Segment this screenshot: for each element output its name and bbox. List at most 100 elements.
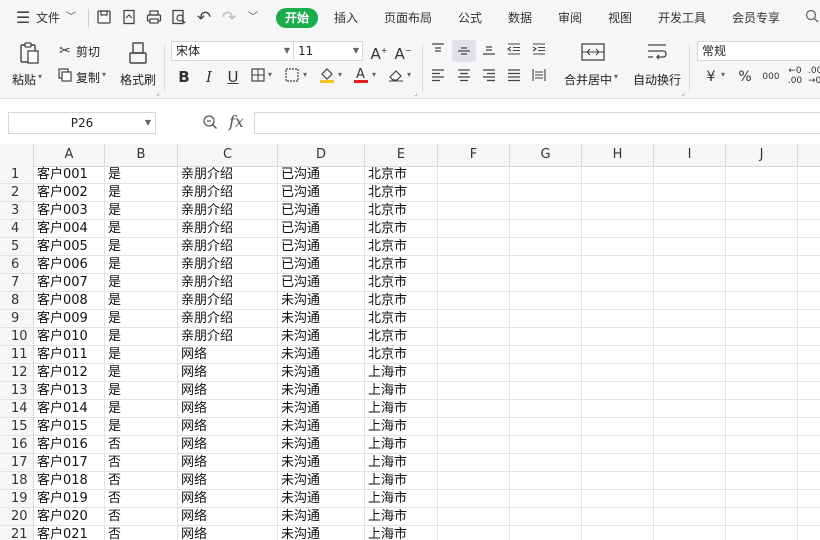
empty-cell[interactable]	[798, 328, 820, 346]
column-header-g[interactable]: G	[510, 144, 582, 166]
cut-button[interactable]: 剪切	[76, 43, 100, 60]
cell-a[interactable]: 客户001	[34, 166, 105, 184]
cell-e[interactable]: 上海市	[365, 526, 438, 540]
empty-cell[interactable]	[510, 472, 582, 490]
empty-cell[interactable]	[582, 436, 654, 454]
empty-cell[interactable]	[726, 220, 798, 238]
cell-d[interactable]: 未沟通	[278, 364, 365, 382]
empty-cell[interactable]	[438, 328, 510, 346]
empty-cell[interactable]	[798, 238, 820, 256]
italic-icon[interactable]: I	[200, 68, 218, 86]
fill-color-icon[interactable]	[317, 66, 337, 84]
cell-b[interactable]: 否	[105, 508, 178, 526]
empty-cell[interactable]	[510, 526, 582, 540]
row-header[interactable]: 20	[0, 508, 34, 526]
tab-page-layout[interactable]: 页面布局	[384, 0, 432, 36]
row-header[interactable]: 21	[0, 526, 34, 540]
percent-icon[interactable]: %	[736, 68, 754, 86]
empty-cell[interactable]	[438, 274, 510, 292]
cell-a[interactable]: 客户012	[34, 364, 105, 382]
empty-cell[interactable]	[438, 364, 510, 382]
cell-style-icon[interactable]	[283, 68, 301, 86]
cell-a[interactable]: 客户002	[34, 184, 105, 202]
cell-b[interactable]: 是	[105, 238, 178, 256]
cell-b[interactable]: 是	[105, 346, 178, 364]
paste-icon[interactable]	[16, 41, 42, 69]
cell-b[interactable]: 是	[105, 220, 178, 238]
empty-cell[interactable]	[582, 256, 654, 274]
row-header[interactable]: 11	[0, 346, 34, 364]
file-menu[interactable]: 文件	[36, 0, 60, 36]
cell-e[interactable]: 北京市	[365, 220, 438, 238]
cell-d[interactable]: 未沟通	[278, 310, 365, 328]
cell-e[interactable]: 北京市	[365, 274, 438, 292]
row-header[interactable]: 5	[0, 238, 34, 256]
cell-c[interactable]: 亲朋介绍	[178, 328, 278, 346]
empty-cell[interactable]	[726, 310, 798, 328]
fill-color-dropdown-icon[interactable]: ▾	[338, 70, 342, 79]
decrease-font-size-icon[interactable]: A−	[393, 42, 413, 63]
cell-d[interactable]: 未沟通	[278, 292, 365, 310]
cell-e[interactable]: 北京市	[365, 166, 438, 184]
cell-e[interactable]: 上海市	[365, 382, 438, 400]
column-header-i[interactable]: I	[654, 144, 726, 166]
empty-cell[interactable]	[438, 202, 510, 220]
currency-icon[interactable]: ¥	[702, 68, 720, 86]
cell-b[interactable]: 否	[105, 490, 178, 508]
empty-cell[interactable]	[798, 400, 820, 418]
eraser-icon[interactable]	[386, 68, 406, 86]
empty-cell[interactable]	[510, 436, 582, 454]
row-header[interactable]: 1	[0, 166, 34, 184]
cell-e[interactable]: 上海市	[365, 400, 438, 418]
search-icon[interactable]	[804, 9, 820, 27]
empty-cell[interactable]	[798, 184, 820, 202]
empty-cell[interactable]	[726, 202, 798, 220]
empty-cell[interactable]	[726, 238, 798, 256]
justify-icon[interactable]	[505, 68, 523, 86]
paste-dropdown-icon[interactable]: ▾	[38, 72, 42, 81]
empty-cell[interactable]	[510, 256, 582, 274]
empty-cell[interactable]	[510, 310, 582, 328]
cell-c[interactable]: 网络	[178, 382, 278, 400]
row-header[interactable]: 6	[0, 256, 34, 274]
hamburger-menu-icon[interactable]: ☰	[12, 9, 34, 27]
empty-cell[interactable]	[726, 346, 798, 364]
paste-button[interactable]: 粘贴	[12, 71, 36, 88]
cell-b[interactable]: 否	[105, 472, 178, 490]
empty-cell[interactable]	[726, 256, 798, 274]
align-bottom-icon[interactable]	[480, 42, 498, 60]
empty-cell[interactable]	[438, 490, 510, 508]
empty-cell[interactable]	[510, 238, 582, 256]
empty-cell[interactable]	[798, 346, 820, 364]
select-all-corner[interactable]	[0, 144, 34, 166]
copy-icon[interactable]	[56, 68, 74, 86]
row-header[interactable]: 15	[0, 418, 34, 436]
empty-cell[interactable]	[726, 382, 798, 400]
cell-b[interactable]: 是	[105, 274, 178, 292]
format-painter-button[interactable]: 格式刷	[120, 71, 156, 88]
row-header[interactable]: 2	[0, 184, 34, 202]
cell-c[interactable]: 网络	[178, 472, 278, 490]
row-header[interactable]: 13	[0, 382, 34, 400]
empty-cell[interactable]	[654, 220, 726, 238]
decrease-indent-icon[interactable]	[505, 42, 523, 60]
empty-cell[interactable]	[798, 508, 820, 526]
clipboard-group-expander[interactable]: ⌟	[156, 88, 160, 97]
font-group-expander[interactable]: ⌟	[414, 88, 418, 97]
empty-cell[interactable]	[798, 202, 820, 220]
font-color-icon[interactable]: A	[351, 66, 371, 84]
chevron-down-icon[interactable]: ﹀	[64, 9, 78, 27]
row-header[interactable]: 3	[0, 202, 34, 220]
cell-b[interactable]: 是	[105, 382, 178, 400]
cell-b[interactable]: 否	[105, 454, 178, 472]
cell-c[interactable]: 网络	[178, 346, 278, 364]
undo-icon[interactable]: ↶	[194, 9, 214, 27]
tab-review[interactable]: 审阅	[558, 0, 582, 36]
empty-cell[interactable]	[438, 184, 510, 202]
empty-cell[interactable]	[510, 508, 582, 526]
cell-d[interactable]: 未沟通	[278, 400, 365, 418]
increase-decimal-icon[interactable]: ←0.00	[786, 66, 804, 86]
number-format-select[interactable]: 常规	[697, 41, 820, 61]
empty-cell[interactable]	[582, 472, 654, 490]
cell-e[interactable]: 北京市	[365, 238, 438, 256]
